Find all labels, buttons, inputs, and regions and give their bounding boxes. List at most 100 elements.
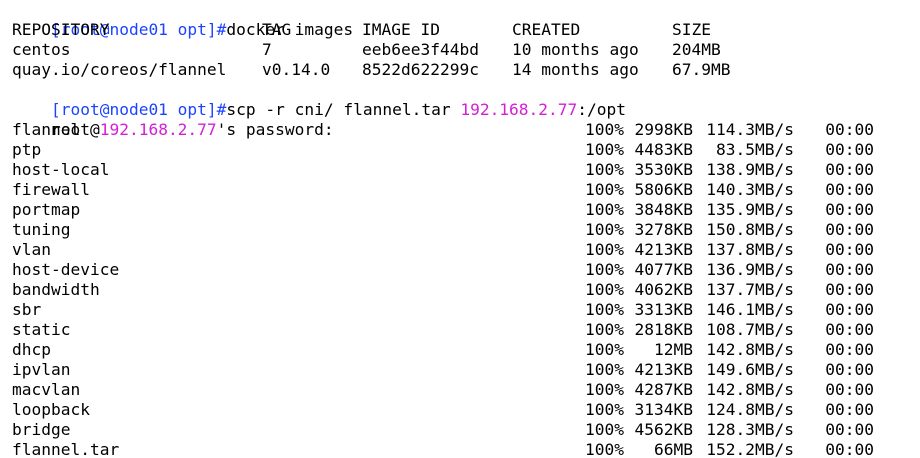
transfer-file-name: macvlan	[12, 380, 81, 399]
transfer-row: ipvlan 100% 4213KB 149.6MB/s 00:00	[12, 360, 920, 380]
transfer-percent: 100%	[585, 240, 624, 259]
image-size: 204MB	[672, 40, 721, 59]
transfer-time: 00:00	[825, 140, 874, 159]
transfer-row: dhcp 100% 12MB 142.8MB/s 00:00	[12, 340, 920, 360]
transfer-size: 2818KB	[634, 320, 693, 339]
transfer-time: 00:00	[825, 420, 874, 439]
transfer-percent: 100%	[585, 220, 624, 239]
transfer-row: vlan 100% 4213KB 137.8MB/s 00:00	[12, 240, 920, 260]
image-tag: 7	[262, 40, 272, 59]
transfer-file-name: flannel	[12, 120, 81, 139]
transfer-rate: 150.8MB/s	[706, 220, 794, 239]
transfer-percent: 100%	[585, 280, 624, 299]
transfer-percent: 100%	[585, 320, 624, 339]
transfer-rate: 149.6MB/s	[706, 360, 794, 379]
transfer-file-name: dhcp	[12, 340, 51, 359]
transfer-rate: 142.8MB/s	[706, 380, 794, 399]
image-repository: centos	[12, 40, 71, 59]
image-size: 67.9MB	[672, 60, 731, 79]
transfer-file-name: firewall	[12, 180, 90, 199]
terminal-window[interactable]: [root@node01 opt]#docker images REPOSITO…	[0, 0, 920, 458]
transfer-file-name: ptp	[12, 140, 42, 159]
transfer-row: tuning 100% 3278KB 150.8MB/s 00:00	[12, 220, 920, 240]
transfer-percent: 100%	[585, 380, 624, 399]
transfer-time: 00:00	[825, 160, 874, 179]
password-prompt[interactable]: root@192.168.2.77's password:	[12, 100, 920, 139]
transfer-time: 00:00	[825, 340, 874, 359]
transfer-rate: 137.7MB/s	[706, 280, 794, 299]
transfer-time: 00:00	[825, 400, 874, 419]
image-repository: quay.io/coreos/flannel	[12, 60, 227, 79]
transfer-rate: 146.1MB/s	[706, 300, 794, 319]
transfer-rate: 135.9MB/s	[706, 200, 794, 219]
transfer-file-name: bandwidth	[12, 280, 100, 299]
header-size: SIZE	[672, 20, 711, 39]
transfer-file-name: flannel.tar	[12, 440, 120, 458]
transfer-size: 3848KB	[634, 200, 693, 219]
transfer-file-name: vlan	[12, 240, 51, 259]
transfer-size: 3278KB	[634, 220, 693, 239]
transfer-percent: 100%	[585, 400, 624, 419]
transfer-size: 66MB	[654, 440, 693, 458]
transfer-file-name: sbr	[12, 300, 42, 319]
transfer-time: 00:00	[825, 220, 874, 239]
transfer-size: 12MB	[654, 340, 693, 359]
transfer-row: static 100% 2818KB 108.7MB/s 00:00	[12, 320, 920, 340]
transfer-size: 3530KB	[634, 160, 693, 179]
transfer-rate: 83.5MB/s	[716, 140, 794, 159]
transfer-size: 4062KB	[634, 280, 693, 299]
transfer-percent: 100%	[585, 340, 624, 359]
transfer-percent: 100%	[585, 420, 624, 439]
transfer-time: 00:00	[825, 300, 874, 319]
transfer-percent: 100%	[585, 160, 624, 179]
image-id: 8522d622299c	[362, 60, 479, 79]
transfer-time: 00:00	[825, 320, 874, 339]
transfer-size: 4287KB	[634, 380, 693, 399]
transfer-row: bandwidth 100% 4062KB 137.7MB/s 00:00	[12, 280, 920, 300]
header-image-id: IMAGE ID	[362, 20, 440, 39]
transfer-rate: 124.8MB/s	[706, 400, 794, 419]
transfer-rate: 137.8MB/s	[706, 240, 794, 259]
transfer-rate: 138.9MB/s	[706, 160, 794, 179]
transfer-rate: 108.7MB/s	[706, 320, 794, 339]
transfer-size: 3134KB	[634, 400, 693, 419]
transfer-time: 00:00	[825, 240, 874, 259]
transfer-time: 00:00	[825, 200, 874, 219]
transfer-rate: 136.9MB/s	[706, 260, 794, 279]
command-line-docker-images: [root@node01 opt]#docker images	[12, 0, 920, 39]
transfer-time: 00:00	[825, 180, 874, 199]
transfer-percent: 100%	[585, 360, 624, 379]
transfer-rate: 152.2MB/s	[706, 440, 794, 458]
transfer-row: macvlan 100% 4287KB 142.8MB/s 00:00	[12, 380, 920, 400]
transfer-percent: 100%	[585, 260, 624, 279]
transfer-size: 4483KB	[634, 140, 693, 159]
transfer-row: sbr 100% 3313KB 146.1MB/s 00:00	[12, 300, 920, 320]
transfer-percent: 100%	[585, 140, 624, 159]
transfer-row: host-device 100% 4077KB 136.9MB/s 00:00	[12, 260, 920, 280]
transfer-size: 4213KB	[634, 360, 693, 379]
header-repository: REPOSITORY	[12, 20, 110, 39]
command-line-scp: [root@node01 opt]#scp -r cni/ flannel.ta…	[12, 80, 920, 119]
transfer-percent: 100%	[585, 180, 624, 199]
transfer-list: flannel 100% 2998KB 114.3MB/s 00:00 ptp 100% 44…	[12, 120, 920, 458]
transfer-file-name: static	[12, 320, 71, 339]
transfer-file-name: bridge	[12, 420, 71, 439]
transfer-row: portmap 100% 3848KB 135.9MB/s 00:00	[12, 200, 920, 220]
transfer-row: flannel.tar 100% 66MB 152.2MB/s 00:00	[12, 440, 920, 458]
transfer-row: loopback 100% 3134KB 124.8MB/s 00:00	[12, 400, 920, 420]
transfer-file-name: portmap	[12, 200, 81, 219]
transfer-size: 2998KB	[634, 120, 693, 139]
header-tag: TAG	[262, 20, 292, 39]
transfer-file-name: tuning	[12, 220, 71, 239]
transfer-rate: 140.3MB/s	[706, 180, 794, 199]
transfer-time: 00:00	[825, 440, 874, 458]
transfer-time: 00:00	[825, 260, 874, 279]
transfer-file-name: host-device	[12, 260, 120, 279]
image-tag: v0.14.0	[262, 60, 331, 79]
transfer-percent: 100%	[585, 200, 624, 219]
transfer-row: bridge 100% 4562KB 128.3MB/s 00:00	[12, 420, 920, 440]
transfer-file-name: ipvlan	[12, 360, 71, 379]
transfer-time: 00:00	[825, 380, 874, 399]
transfer-file-name: host-local	[12, 160, 110, 179]
transfer-time: 00:00	[825, 360, 874, 379]
